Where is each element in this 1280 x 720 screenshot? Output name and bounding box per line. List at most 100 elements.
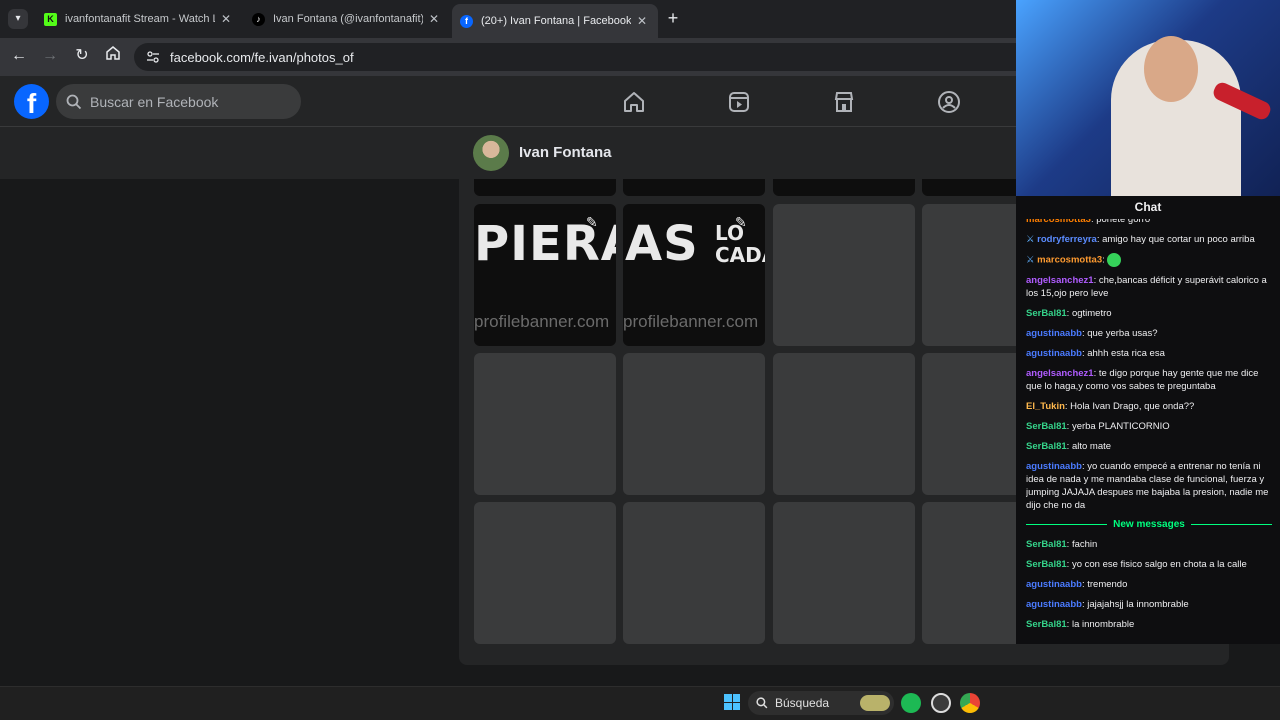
home-icon[interactable] xyxy=(622,90,646,114)
chat-username[interactable]: rodryferreyra xyxy=(1037,234,1097,245)
chat-text: ogtimetro xyxy=(1071,308,1112,319)
chat-text: amigo hay que cortar un poco arriba xyxy=(1102,234,1255,245)
reload-button[interactable]: ↻ xyxy=(71,45,93,67)
photo-thumbnail[interactable] xyxy=(773,502,915,644)
chat-username[interactable]: SerBal81 xyxy=(1026,619,1067,630)
photo-thumbnail[interactable] xyxy=(922,502,1016,644)
home-button[interactable] xyxy=(102,45,124,67)
photo-thumbnail[interactable] xyxy=(623,502,765,644)
taskbar-search[interactable]: Búsqueda xyxy=(748,691,894,715)
photo-thumbnail[interactable] xyxy=(474,353,616,495)
chat-username[interactable]: angelsanchez1 xyxy=(1026,368,1094,379)
chat-username[interactable]: angelsanchez1 xyxy=(1026,275,1094,286)
close-icon[interactable]: ✕ xyxy=(221,12,231,26)
chat-message: ⚔ marcosmotta3: xyxy=(1026,253,1272,267)
spotify-icon[interactable] xyxy=(901,693,921,713)
facebook-icon: f xyxy=(460,14,473,28)
chat-text: tremendo xyxy=(1087,579,1128,590)
windows-taskbar xyxy=(0,686,1280,720)
moderator-badge-icon: ⚔ xyxy=(1026,234,1038,245)
forward-button[interactable]: → xyxy=(39,45,61,67)
chat-username[interactable]: marcosmotta3 xyxy=(1026,219,1091,225)
chat-text: fachin xyxy=(1071,539,1098,550)
chat-text: yo con ese fisico salgo en chota a la ca… xyxy=(1071,559,1247,570)
banner-watermark: profilebanner.com xyxy=(474,312,610,331)
groups-icon[interactable] xyxy=(937,90,961,114)
reload-icon: ↻ xyxy=(75,47,89,64)
photo-thumbnail[interactable] xyxy=(474,502,616,644)
chat-username[interactable]: agustinaabb xyxy=(1026,348,1082,359)
photo-thumbnail[interactable] xyxy=(773,353,915,495)
chat-username[interactable]: SerBal81 xyxy=(1026,441,1067,452)
chat-username[interactable]: SerBal81 xyxy=(1026,559,1067,570)
profile-name[interactable]: Ivan Fontana xyxy=(519,144,612,161)
tab-list-dropdown[interactable]: ▾ xyxy=(8,9,28,29)
chrome-icon[interactable] xyxy=(960,693,980,713)
moderator-badge-icon: ⚔ xyxy=(1026,254,1038,266)
chat-message: agustinaabb: que yerba usas? xyxy=(1026,328,1158,339)
app-icon[interactable] xyxy=(931,693,951,713)
windows-start-icon[interactable] xyxy=(724,694,740,710)
chat-message: agustinaabb: jajajahsjj la innombrable xyxy=(1026,599,1189,610)
chat-username[interactable]: SerBal81 xyxy=(1026,539,1067,550)
search-placeholder: Buscar en Facebook xyxy=(90,93,219,110)
chat-message: El_Tukin: Hola Ivan Drago, que onda?? xyxy=(1026,401,1195,412)
chat-message: angelsanchez1: te digo porque hay gente … xyxy=(1026,368,1259,392)
tab-title: ivanfontanafit Stream - Watch Live xyxy=(65,13,215,25)
chat-message: agustinaabb: tremendo xyxy=(1026,579,1128,590)
photo-thumbnail[interactable] xyxy=(922,204,1016,346)
photo-thumbnail[interactable] xyxy=(474,179,616,196)
chat-message: marcosmotta3: ponete gorro xyxy=(1026,219,1272,226)
marketplace-icon[interactable] xyxy=(832,90,856,114)
chat-username[interactable]: agustinaabb xyxy=(1026,599,1082,610)
photo-thumbnail[interactable] xyxy=(623,179,765,196)
edit-icon[interactable]: ✎ xyxy=(735,214,753,232)
facebook-logo[interactable]: f xyxy=(14,84,49,119)
taskbar-search-label: Búsqueda xyxy=(775,696,830,710)
chat-username[interactable]: SerBal81 xyxy=(1026,308,1067,319)
tiktok-icon: ♪ xyxy=(252,12,265,26)
photo-thumbnail[interactable] xyxy=(623,353,765,495)
chat-messages: marcosmotta3: ponete gorro ⚔ rodryferreyr… xyxy=(1026,219,1272,639)
back-button[interactable]: ← xyxy=(8,45,30,67)
chat-username[interactable]: agustinaabb xyxy=(1026,328,1082,339)
chat-username[interactable]: El_Tukin xyxy=(1026,401,1065,412)
chat-username[interactable]: agustinaabb xyxy=(1026,579,1082,590)
edit-icon[interactable]: ✎ xyxy=(586,214,604,232)
chat-username[interactable]: marcosmotta3 xyxy=(1037,255,1102,266)
arrow-right-icon: → xyxy=(42,47,58,64)
chat-text: yerba PLANTICORNIO xyxy=(1071,421,1170,432)
photo-thumbnail[interactable] xyxy=(773,204,915,346)
close-icon[interactable]: ✕ xyxy=(637,14,647,28)
photo-thumbnail[interactable] xyxy=(922,353,1016,495)
facebook-search-input[interactable]: Buscar en Facebook xyxy=(56,84,301,119)
chat-text: Hola Ivan Drago, que onda?? xyxy=(1070,401,1195,412)
url-text: facebook.com/fe.ivan/photos_of xyxy=(170,49,354,65)
chat-message: agustinaabb: yo cuando empecé a entrenar… xyxy=(1026,461,1269,511)
photo-thumbnail[interactable] xyxy=(773,179,915,196)
chat-message: SerBal81: fachin xyxy=(1026,539,1098,550)
banner-watermark: profilebanner.com xyxy=(623,312,759,331)
avatar[interactable] xyxy=(473,135,509,171)
site-info-icon[interactable] xyxy=(146,50,160,64)
chat-text: ponete gorro xyxy=(1096,219,1151,225)
logo-letter: f xyxy=(26,88,37,119)
streamer-head xyxy=(1144,36,1198,102)
chat-username[interactable]: SerBal81 xyxy=(1026,421,1067,432)
chat-text: alto mate xyxy=(1071,441,1112,452)
close-icon[interactable]: ✕ xyxy=(429,12,439,26)
tab-tiktok[interactable]: ♪ Ivan Fontana (@ivanfontanafit) es ✕ xyxy=(244,6,450,32)
video-icon[interactable] xyxy=(727,90,751,114)
tab-kick[interactable]: K ivanfontanafit Stream - Watch Live ✕ xyxy=(36,6,242,32)
chat-username[interactable]: agustinaabb xyxy=(1026,461,1082,472)
chat-text: ahhh esta rica esa xyxy=(1087,348,1165,359)
chat-message: angelsanchez1: che,bancas déficit y supe… xyxy=(1026,275,1267,299)
new-tab-button[interactable]: + xyxy=(664,8,682,28)
chat-message: SerBal81: la innombrable xyxy=(1026,619,1135,630)
new-messages-label: New messages xyxy=(1113,519,1185,530)
tab-facebook[interactable]: f (20+) Ivan Fontana | Facebook ✕ xyxy=(452,4,658,38)
photo-thumbnail[interactable]: AS LO CADA profilebanner.com ✎ xyxy=(623,204,765,346)
chat-text: la innombrable xyxy=(1071,619,1135,630)
photo-thumbnail[interactable] xyxy=(922,179,1016,196)
photo-thumbnail[interactable]: PIERAS profilebanner.com ✎ xyxy=(474,204,616,346)
